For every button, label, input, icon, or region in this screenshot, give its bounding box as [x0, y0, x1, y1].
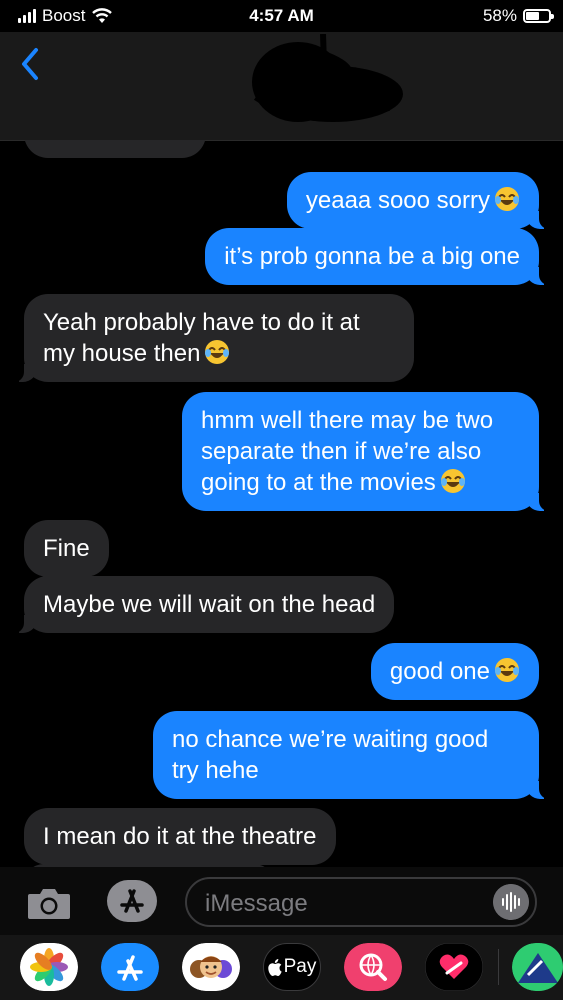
- redacted-contact-scribble: [252, 34, 403, 122]
- waveform-icon[interactable]: [493, 884, 529, 920]
- battery-percent: 58%: [482, 6, 517, 25]
- chevron-left-icon[interactable]: [14, 42, 48, 82]
- message-text: good one: [389, 658, 490, 685]
- app-store-icon[interactable]: [101, 943, 159, 991]
- camera-icon[interactable]: [26, 885, 72, 921]
- input-placeholder: iMessage: [205, 890, 308, 917]
- message-text: it’s prob gonna be a big one: [224, 243, 520, 270]
- compose-bar: iMessage: [0, 867, 563, 935]
- imessage-input[interactable]: iMessage: [185, 877, 537, 927]
- message-bubble-partial: [24, 140, 206, 158]
- battery-icon: [523, 9, 554, 23]
- status-right: 58%: [482, 6, 554, 26]
- status-bar: Boost 4:57 AM 58%: [0, 0, 563, 32]
- message-bubble-outgoing[interactable]: it’s prob gonna be a big one: [205, 228, 551, 285]
- message-text: I mean do it at the theatre: [43, 823, 317, 850]
- message-text: Fine: [43, 535, 90, 562]
- message-text: Yeah probably have to do it at my house …: [43, 309, 360, 367]
- message-bubble-outgoing[interactable]: yeaaa sooo sorry: [286, 172, 552, 229]
- imessage-app-drawer: Pay: [0, 935, 563, 1000]
- drawer-divider: [498, 949, 499, 985]
- message-thread[interactable]: yeaaa sooo sorry it’s prob gonna be a bi…: [0, 140, 563, 867]
- app-store-icon[interactable]: [106, 879, 158, 923]
- web-search-icon[interactable]: [344, 943, 402, 991]
- apple-pay-icon[interactable]: Pay: [263, 943, 321, 991]
- message-text: yeaaa sooo sorry: [305, 187, 490, 214]
- message-bubble-incoming[interactable]: Fine: [24, 520, 109, 577]
- message-text: Maybe we will wait on the head: [43, 591, 376, 618]
- message-bubble-outgoing[interactable]: no chance we’re waiting good try hehe: [153, 711, 551, 799]
- message-bubble-incoming[interactable]: Maybe we will wait on the head: [11, 576, 395, 633]
- photos-icon[interactable]: [20, 943, 78, 991]
- conversation-header: [0, 32, 563, 141]
- memoji-icon[interactable]: [182, 943, 240, 991]
- message-bubble-outgoing[interactable]: hmm well there may be two separate then …: [182, 392, 551, 511]
- message-bubble-incoming[interactable]: I mean do it at the theatre: [24, 808, 336, 865]
- joy-emoji-icon: [440, 469, 465, 493]
- game-icon[interactable]: [512, 943, 563, 991]
- message-bubble-outgoing[interactable]: good one: [370, 643, 539, 700]
- digital-touch-icon[interactable]: [425, 943, 483, 991]
- joy-emoji-icon: [495, 658, 519, 682]
- apple-pay-label: Pay: [283, 956, 317, 977]
- clock: 4:57 AM: [249, 6, 314, 25]
- joy-emoji-icon: [205, 340, 230, 364]
- apple-logo-icon: [267, 958, 282, 976]
- joy-emoji-icon: [495, 187, 519, 211]
- message-bubble-incoming[interactable]: Yeah probably have to do it at my house …: [12, 294, 414, 382]
- message-text: no chance we’re waiting good try hehe: [172, 726, 489, 784]
